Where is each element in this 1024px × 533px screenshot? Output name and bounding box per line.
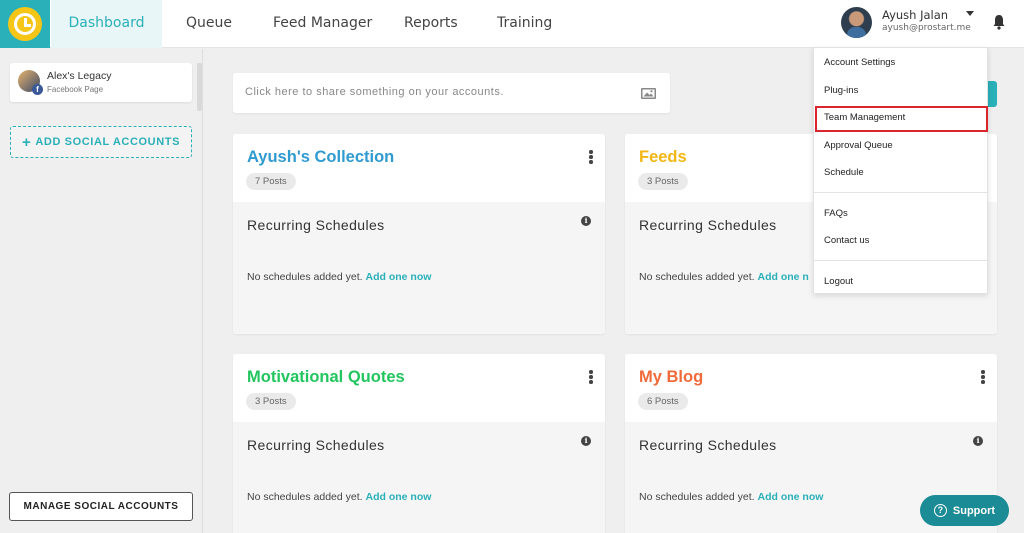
support-label: Support (952, 504, 996, 517)
card-title[interactable]: My Blog (639, 368, 703, 387)
menu-logout[interactable]: Logout (824, 276, 853, 287)
caret-down-icon[interactable] (966, 11, 974, 16)
post-count-badge: 6 Posts (638, 393, 688, 410)
image-icon[interactable] (641, 88, 656, 99)
more-options-icon[interactable] (589, 370, 593, 384)
collection-card: Motivational Quotes 3 Posts Recurring Sc… (233, 354, 605, 533)
info-icon[interactable]: i (581, 436, 591, 446)
menu-divider (814, 192, 987, 193)
recurring-schedules-heading: Recurring Schedules (247, 217, 385, 233)
card-title[interactable]: Ayush's Collection (247, 148, 394, 167)
top-navbar: Dashboard Queue Feed Manager Reports Tra… (0, 0, 1024, 48)
user-avatar[interactable] (841, 7, 872, 38)
recurring-schedules-heading: Recurring Schedules (639, 217, 777, 233)
user-dropdown-menu: Account Settings Plug-ins Team Managemen… (813, 47, 988, 294)
empty-schedule-text: No schedules added yet. Add one now (639, 491, 824, 503)
recurring-schedules-heading: Recurring Schedules (639, 437, 777, 453)
menu-team-management[interactable]: Team Management (824, 112, 905, 123)
add-social-accounts-button[interactable]: + ADD SOCIAL ACCOUNTS (10, 126, 192, 158)
account-type: Facebook Page (47, 85, 104, 94)
menu-account-settings[interactable]: Account Settings (824, 57, 895, 68)
card-title[interactable]: Feeds (639, 148, 687, 167)
support-button[interactable]: ? Support (920, 495, 1009, 526)
account-name: Alex's Legacy (47, 70, 112, 82)
bell-icon[interactable] (992, 14, 1006, 30)
recurring-schedules-heading: Recurring Schedules (247, 437, 385, 453)
sidebar (0, 49, 203, 533)
add-schedule-link[interactable]: Add one n (758, 271, 809, 283)
menu-schedule[interactable]: Schedule (824, 167, 864, 178)
share-placeholder: Click here to share something on your ac… (245, 86, 504, 98)
add-social-label: ADD SOCIAL ACCOUNTS (35, 136, 180, 148)
user-email: ayush@prostart.me (882, 23, 971, 33)
plus-icon: + (22, 133, 32, 151)
info-icon[interactable]: i (581, 216, 591, 226)
question-icon: ? (933, 504, 947, 517)
nav-dashboard[interactable]: Dashboard (51, 0, 162, 48)
clock-logo-icon (8, 7, 42, 41)
post-count-badge: 3 Posts (246, 393, 296, 410)
post-count-badge: 7 Posts (246, 173, 296, 190)
empty-schedule-text: No schedules added yet. Add one now (247, 491, 432, 503)
card-title[interactable]: Motivational Quotes (247, 368, 405, 387)
nav-feed-manager[interactable]: Feed Manager (273, 0, 372, 48)
collection-card: Ayush's Collection 7 Posts Recurring Sch… (233, 134, 605, 334)
nav-reports[interactable]: Reports (404, 0, 458, 48)
menu-divider (814, 260, 987, 261)
app-logo[interactable] (0, 0, 50, 48)
menu-faqs[interactable]: FAQs (824, 208, 848, 219)
more-options-icon[interactable] (981, 370, 985, 384)
facebook-icon: f (32, 84, 43, 95)
add-schedule-link[interactable]: Add one now (758, 491, 824, 503)
social-account-card[interactable]: f Alex's Legacy Facebook Page (10, 63, 192, 102)
more-options-icon[interactable] (589, 150, 593, 164)
empty-schedule-text: No schedules added yet. Add one now (247, 271, 432, 283)
share-composer[interactable]: Click here to share something on your ac… (233, 73, 670, 113)
menu-contact-us[interactable]: Contact us (824, 235, 869, 246)
user-name[interactable]: Ayush Jalan (882, 8, 948, 22)
menu-plug-ins[interactable]: Plug-ins (824, 85, 858, 96)
post-count-badge: 3 Posts (638, 173, 688, 190)
add-schedule-link[interactable]: Add one now (366, 491, 432, 503)
info-icon[interactable]: i (973, 436, 983, 446)
add-schedule-link[interactable]: Add one now (366, 271, 432, 283)
menu-approval-queue[interactable]: Approval Queue (824, 140, 893, 151)
nav-queue[interactable]: Queue (186, 0, 232, 48)
nav-training[interactable]: Training (497, 0, 552, 48)
sidebar-scrollbar[interactable] (197, 63, 202, 111)
manage-social-accounts-button[interactable]: MANAGE SOCIAL ACCOUNTS (9, 492, 193, 521)
empty-schedule-text: No schedules added yet. Add one n (639, 271, 809, 283)
